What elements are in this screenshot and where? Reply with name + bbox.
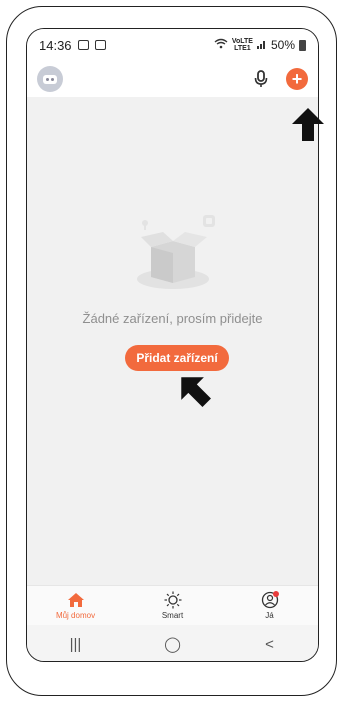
tab-label: Smart [161,611,184,620]
main-content: Žádné zařízení, prosím přidejte Přidat z… [27,97,318,585]
android-nav-bar: ||| ◯ < [27,625,318,661]
tab-label: Já [265,611,274,620]
notification-dot [272,591,279,597]
notification-icon [77,40,89,50]
robot-avatar-icon[interactable] [37,66,63,92]
microphone-icon[interactable] [252,69,270,89]
empty-box-illustration [137,215,215,289]
status-bar: 14:36 VoLTE LTE1 50% [27,29,318,61]
wifi-icon [214,38,228,52]
network-type-indicator: VoLTE LTE1 [231,38,253,52]
app-header: + [27,61,318,97]
battery-percentage: 50% [270,38,295,52]
pointer-arrow-up-icon [292,108,324,141]
tab-label: Můj domov [55,611,96,620]
status-time: 14:36 [39,37,72,53]
user-icon [260,591,280,609]
bottom-tab-bar: Můj domov Smart Já [27,585,318,625]
tab-home[interactable]: Můj domov [36,591,116,620]
sun-icon [163,591,183,609]
home-button[interactable]: ◯ [153,629,193,659]
signal-icon [256,38,267,52]
home-icon [66,591,86,609]
notification-icon [94,40,106,50]
tab-me[interactable]: Já [230,591,310,620]
empty-state-message: Žádné zařízení, prosím přidejte [82,311,263,326]
phone-screen: 14:36 VoLTE LTE1 50% + Žádné zařízení, p… [26,28,319,662]
recent-apps-button[interactable]: ||| [56,629,96,659]
battery-icon [299,39,306,51]
add-device-header-button[interactable]: + [286,68,308,90]
back-button[interactable]: < [250,629,290,659]
tab-smart[interactable]: Smart [133,591,213,620]
pointer-arrow-diagonal-icon [181,377,211,407]
add-device-button[interactable]: Přidat zařízení [125,345,229,371]
